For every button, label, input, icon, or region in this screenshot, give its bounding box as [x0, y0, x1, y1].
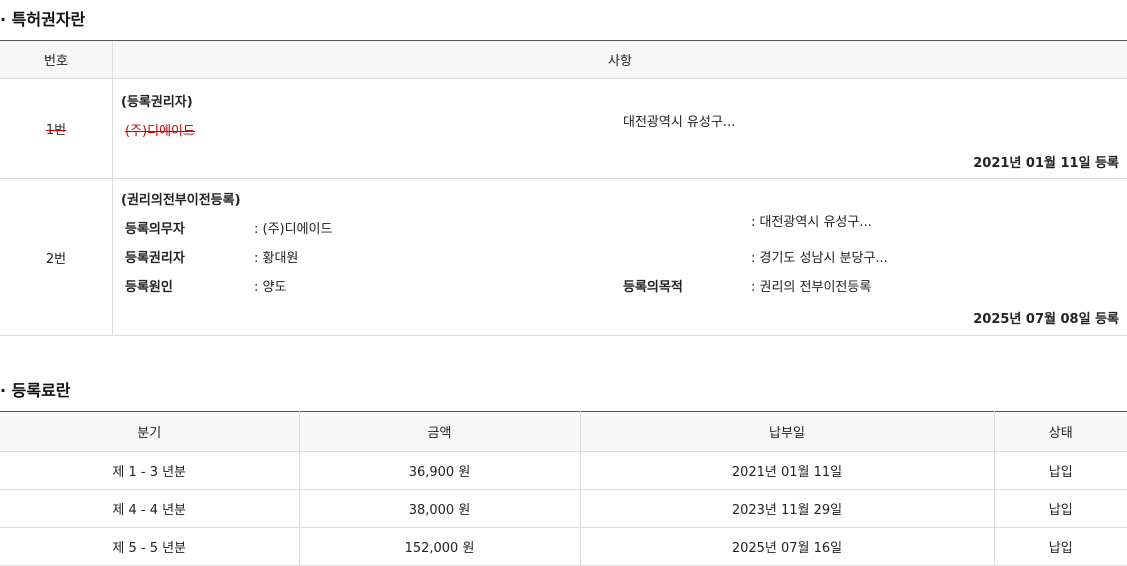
obligor-label: 등록의무자 — [125, 222, 185, 237]
patent-owner-section-title: · 특허권자란 — [0, 10, 86, 29]
paid-date-cell: 2021년 01월 11일 — [580, 451, 995, 490]
row-number: 1번 — [0, 79, 113, 178]
header-status: 상태 — [994, 411, 1127, 452]
paid-date-cell: 2025년 07월 16일 — [580, 527, 995, 566]
patent-owner-row-1: 1번 (등록권리자) (주)디에이드 대전광역시 유성구... 2021년 01… — [0, 79, 1127, 179]
patent-owner-table: 번호 사항 1번 (등록권리자) (주)디에이드 대전광역시 유성구... 20… — [0, 40, 1127, 336]
patent-owner-table-header: 번호 사항 — [0, 40, 1127, 79]
status-cell: 납입 — [994, 451, 1127, 490]
cause-value: : 양도 — [254, 280, 287, 295]
row-number-text: 1번 — [45, 123, 67, 138]
purpose-label: 등록의목적 — [623, 280, 683, 295]
purpose-value: : 권리의 전부이전등록 — [751, 280, 872, 295]
cause-label: 등록원인 — [125, 280, 173, 295]
obligor-address: : 대전광역시 유성구... — [751, 215, 872, 230]
header-paid-date: 납부일 — [580, 411, 995, 452]
obligor-value: : (주)디에이드 — [254, 222, 333, 237]
amount-cell: 38,000 원 — [299, 489, 581, 528]
period-cell: 제 4 - 4 년분 — [0, 489, 300, 528]
period-cell: 제 1 - 3 년분 — [0, 451, 300, 490]
owner-address: 대전광역시 유성구... — [623, 115, 736, 130]
table-row: 제 1 - 3 년분 36,900 원 2021년 01월 11일 납입 — [0, 451, 1127, 490]
header-amount: 금액 — [299, 411, 581, 452]
registration-date: 2025년 07월 08일 등록 — [973, 312, 1119, 327]
paid-date-cell: 2023년 11월 29일 — [580, 489, 995, 528]
holder-value: : 황대원 — [254, 251, 299, 266]
holder-address: : 경기도 성남시 분당구... — [751, 251, 888, 266]
registration-date: 2021년 01월 11일 등록 — [973, 156, 1119, 171]
amount-cell: 36,900 원 — [299, 451, 581, 490]
patent-owner-row-2: 2번 (권리의전부이전등록) 등록의무자 : (주)디에이드 : 대전광역시 유… — [0, 179, 1127, 336]
amount-cell: 152,000 원 — [299, 527, 581, 566]
holder-label: 등록권리자 — [125, 251, 185, 266]
status-cell: 납입 — [994, 489, 1127, 528]
table-row: 제 4 - 4 년분 38,000 원 2023년 11월 29일 납입 — [0, 489, 1127, 528]
owner-name: (주)디에이드 — [125, 124, 195, 139]
fee-table: 분기 금액 납부일 상태 제 1 - 3 년분 36,900 원 2021년 0… — [0, 411, 1127, 566]
row-details: (등록권리자) (주)디에이드 대전광역시 유성구... 2021년 01월 1… — [113, 79, 1127, 178]
row-details: (권리의전부이전등록) 등록의무자 : (주)디에이드 : 대전광역시 유성구.… — [113, 179, 1127, 335]
fee-section-title: · 등록료란 — [0, 381, 71, 400]
entry-heading: (권리의전부이전등록) — [121, 193, 241, 208]
row-number: 2번 — [0, 179, 113, 335]
fee-table-header: 분기 금액 납부일 상태 — [0, 411, 1127, 452]
period-cell: 제 5 - 5 년분 — [0, 527, 300, 566]
status-cell: 납입 — [994, 527, 1127, 566]
header-details: 사항 — [608, 54, 632, 69]
table-row: 제 5 - 5 년분 152,000 원 2025년 07월 16일 납입 — [0, 527, 1127, 566]
entry-heading: (등록권리자) — [121, 95, 193, 110]
header-period: 분기 — [0, 411, 300, 452]
header-number: 번호 — [0, 41, 113, 78]
